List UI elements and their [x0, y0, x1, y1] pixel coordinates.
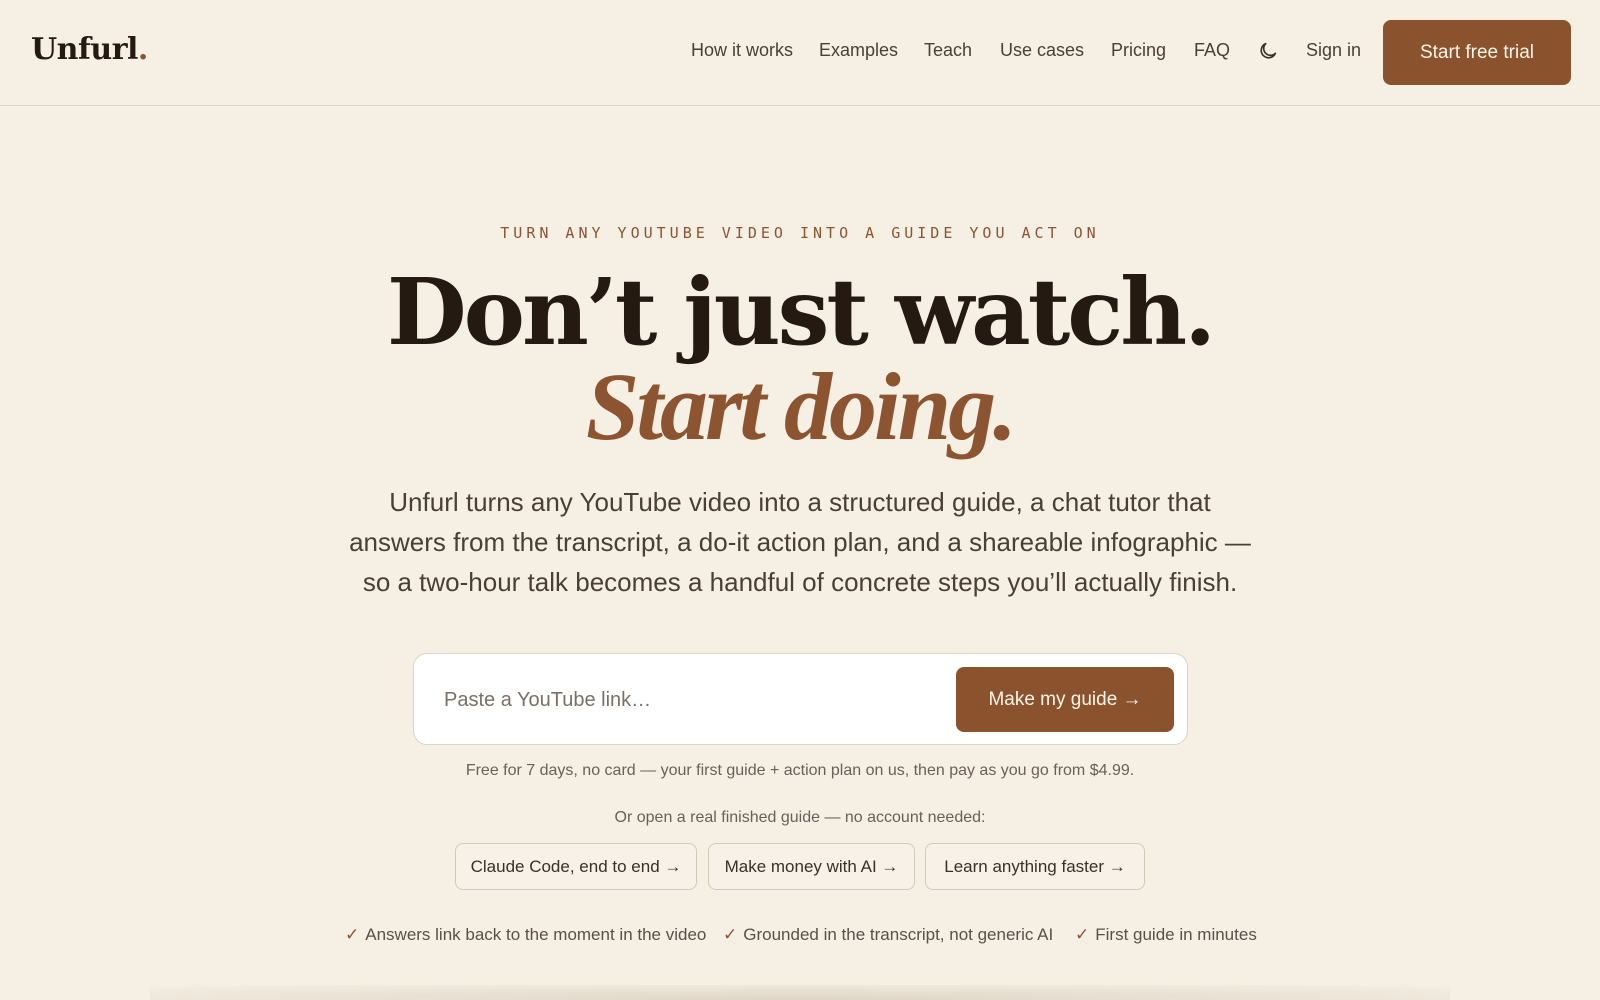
theme-toggle-button[interactable]	[1257, 40, 1279, 62]
nav-use-cases[interactable]: Use cases	[1000, 40, 1084, 61]
site-header: Unfurl. How it works Examples Teach Use …	[0, 0, 1600, 106]
preview-shadow	[150, 985, 1450, 1000]
make-guide-button[interactable]: Make my guide →	[956, 667, 1174, 732]
example-chip-make-money[interactable]: Make money with AI →	[708, 843, 915, 890]
sign-in-link[interactable]: Sign in	[1306, 40, 1361, 61]
examples-intro: Or open a real finished guide — no accou…	[614, 809, 986, 826]
check-icon: ✓	[345, 925, 360, 944]
moon-icon	[1260, 42, 1277, 59]
hero-subtitle: Unfurl turns any YouTube video into a st…	[349, 487, 1251, 597]
benefit-item: ✓ First guide in minutes	[1075, 925, 1257, 944]
hero-eyebrow: TURN ANY YOUTUBE VIDEO INTO A GUIDE YOU …	[500, 224, 1100, 242]
nav-teach[interactable]: Teach	[924, 40, 972, 61]
logo[interactable]: Unfurl.	[31, 32, 148, 67]
hero-headline: Don’t just watch.	[386, 258, 1216, 366]
example-chip-claude-code[interactable]: Claude Code, end to end →	[455, 843, 697, 890]
hero-headline-accent: Start doing.	[585, 353, 1017, 460]
trial-fine-print: Free for 7 days, no card — your first gu…	[465, 762, 1135, 779]
nav-how-it-works[interactable]: How it works	[691, 40, 793, 61]
start-free-trial-button[interactable]: Start free trial	[1383, 20, 1571, 85]
example-chip-learn-faster[interactable]: Learn anything faster →	[925, 843, 1145, 890]
nav-faq[interactable]: FAQ	[1194, 40, 1230, 61]
benefit-item: ✓ Grounded in the transcript, not generic…	[723, 925, 1054, 944]
benefit-item: ✓ Answers link back to the moment in the …	[345, 925, 707, 944]
guide-form: Make my guide →	[413, 653, 1188, 745]
check-icon: ✓	[1075, 925, 1090, 944]
check-icon: ✓	[723, 925, 738, 944]
nav-examples[interactable]: Examples	[819, 40, 898, 61]
nav-pricing[interactable]: Pricing	[1111, 40, 1166, 61]
youtube-link-input[interactable]	[444, 676, 924, 724]
